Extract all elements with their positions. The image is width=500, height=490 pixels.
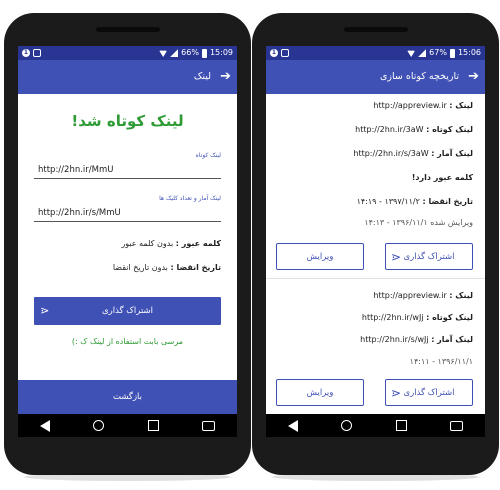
short-link-label: لینک کوتاه bbox=[195, 152, 221, 159]
notification-icon: 1 bbox=[270, 49, 278, 57]
short-link-key: لینک کوتاه : bbox=[426, 125, 473, 134]
battery-percent: 67% bbox=[429, 48, 447, 57]
nav-recents-icon[interactable] bbox=[395, 420, 407, 431]
history-password: کلمه عبور دارد! bbox=[412, 173, 473, 182]
link-value: http://appreview.ir bbox=[373, 101, 447, 110]
short-link-key: لینک کوتاه : bbox=[426, 313, 473, 322]
app-bar: ➔ لینک bbox=[18, 60, 237, 94]
result-heading: لینک کوتاه شد! bbox=[71, 112, 184, 130]
password-status: کلمه عبور دارد! bbox=[411, 173, 473, 182]
nav-home-icon[interactable] bbox=[341, 420, 353, 431]
edit-button-label: ویرایش bbox=[306, 252, 334, 262]
nav-bar bbox=[18, 414, 237, 437]
notification-icon: 1 bbox=[22, 49, 30, 57]
notification-icon bbox=[33, 49, 41, 57]
expire-row: تاریخ انقضا : بدون تاریخ انقضا bbox=[113, 263, 221, 272]
share-icon: ⋖ bbox=[391, 250, 402, 264]
stats-link-value[interactable]: http://2hn.ir/s/wJj bbox=[360, 335, 428, 344]
stats-link-value[interactable]: http://2hn.ir/s/MmU bbox=[34, 202, 221, 222]
screen-rotate-icon[interactable] bbox=[202, 420, 216, 431]
link-key: لینک : bbox=[449, 101, 473, 110]
status-bar: 1 67% 15:06 bbox=[266, 46, 485, 60]
short-link-value[interactable]: http://2hn.ir/wJj bbox=[362, 313, 424, 322]
share-button[interactable]: ⋖ اشتراک گذاری bbox=[34, 297, 221, 325]
edit-button[interactable]: ویرایش bbox=[276, 243, 364, 270]
app-bar-title: تاریخچه کوتاه سازی bbox=[380, 71, 459, 82]
history-stats-link: لینک آمار : http://2hn.ir/s/3aW bbox=[353, 149, 473, 158]
back-arrow-icon[interactable]: ➔ bbox=[468, 60, 479, 94]
edit-button-label: ویرایش bbox=[306, 388, 334, 398]
screen-rotate-icon[interactable] bbox=[450, 420, 464, 431]
stats-link-key: لینک آمار : bbox=[431, 149, 473, 158]
share-icon: ⋖ bbox=[40, 304, 50, 317]
phone-left: 1 66% 15:09 ➔ لینک لینک کوتاه شد! لینک ک… bbox=[4, 13, 251, 481]
expire-value: ۱۳۹۷/۱۱/۲ - ۱۴:۱۹ bbox=[356, 197, 420, 206]
share-button[interactable]: ⋖ اشتراک گذاری bbox=[385, 379, 473, 406]
password-row: کلمه عبور : بدون کلمه عبور bbox=[121, 239, 221, 248]
password-key: کلمه عبور : bbox=[175, 239, 221, 248]
short-link-value[interactable]: http://2hn.ir/MmU bbox=[34, 159, 221, 179]
app-bar: ➔ تاریخچه کوتاه سازی bbox=[266, 60, 485, 94]
stats-link-key: لینک آمار : bbox=[431, 335, 473, 344]
return-button-label: بازگشت bbox=[112, 392, 143, 402]
battery-icon bbox=[449, 48, 455, 58]
notification-icon bbox=[281, 49, 289, 57]
result-panel: لینک کوتاه شد! لینک کوتاه http://2hn.ir/… bbox=[18, 94, 237, 414]
phone-right: 1 67% 15:06 ➔ تاریخچه کوتاه سازی لینک : … bbox=[252, 13, 499, 481]
wifi-icon bbox=[407, 50, 416, 57]
history-short-link: لینک کوتاه : http://2hn.ir/wJj bbox=[362, 313, 473, 322]
history-edited: ویرایش شده ۱۳۹۶/۱۱/۱ - ۱۴:۱۳ bbox=[364, 218, 473, 227]
status-bar: 1 66% 15:09 bbox=[18, 46, 237, 60]
signal-icon bbox=[170, 49, 179, 57]
stats-link-field[interactable]: لینک آمار و تعداد کلیک ها http://2hn.ir/… bbox=[34, 195, 221, 222]
history-stats-link: لینک آمار : http://2hn.ir/s/wJj bbox=[360, 335, 473, 344]
history-date: ۱۳۹۶/۱۱/۱ - ۱۴:۱۱ bbox=[409, 357, 473, 366]
short-link-field[interactable]: لینک کوتاه http://2hn.ir/MmU bbox=[34, 152, 221, 179]
stats-link-value[interactable]: http://2hn.ir/s/3aW bbox=[353, 149, 428, 158]
phone-shadow bbox=[272, 473, 479, 481]
clock: 15:09 bbox=[209, 48, 233, 57]
history-link: لینک : http://appreview.ir bbox=[373, 291, 473, 300]
thanks-message: مرسی بابت استفاده از لینک ک :) bbox=[71, 337, 184, 346]
battery-icon bbox=[201, 48, 207, 58]
expire-key: تاریخ انقضا : bbox=[422, 197, 473, 206]
nav-recents-icon[interactable] bbox=[147, 420, 159, 431]
nav-home-icon[interactable] bbox=[93, 420, 105, 431]
share-icon: ⋖ bbox=[391, 386, 402, 400]
nav-back-icon[interactable] bbox=[287, 419, 298, 432]
link-key: لینک : bbox=[449, 291, 473, 300]
history-list: لینک : http://appreview.ir لینک کوتاه : … bbox=[266, 94, 485, 414]
edit-button[interactable]: ویرایش bbox=[276, 379, 364, 406]
screen-left: 1 66% 15:09 ➔ لینک لینک کوتاه شد! لینک ک… bbox=[18, 46, 237, 437]
link-value: http://appreview.ir bbox=[373, 291, 447, 300]
short-link-value[interactable]: http://2hn.ir/3aW bbox=[355, 125, 423, 134]
stats-link-label: لینک آمار و تعداد کلیک ها bbox=[159, 195, 221, 202]
password-value: بدون کلمه عبور bbox=[121, 239, 174, 248]
speaker bbox=[343, 27, 408, 32]
nav-back-icon[interactable] bbox=[39, 419, 50, 432]
share-button[interactable]: ⋖ اشتراک گذاری bbox=[385, 243, 473, 270]
expire-key: تاریخ انقضا : bbox=[170, 263, 221, 272]
history-expire: تاریخ انقضا : ۱۳۹۷/۱۱/۲ - ۱۴:۱۹ bbox=[357, 197, 473, 206]
phone-shadow bbox=[24, 473, 231, 481]
app-bar-title: لینک bbox=[193, 71, 211, 82]
share-button-label: اشتراک گذاری bbox=[403, 388, 455, 398]
signal-icon bbox=[418, 49, 427, 57]
clock: 15:06 bbox=[457, 48, 481, 57]
back-arrow-icon[interactable]: ➔ bbox=[220, 60, 231, 94]
battery-percent: 66% bbox=[181, 48, 199, 57]
share-button-label: اشتراک گذاری bbox=[101, 306, 154, 316]
nav-bar bbox=[266, 414, 485, 437]
screen-right: 1 67% 15:06 ➔ تاریخچه کوتاه سازی لینک : … bbox=[266, 46, 485, 437]
history-link: لینک : http://appreview.ir bbox=[373, 101, 473, 110]
wifi-icon bbox=[159, 50, 168, 57]
expire-value: بدون تاریخ انقضا bbox=[112, 263, 168, 272]
speaker bbox=[95, 27, 160, 32]
divider bbox=[266, 278, 485, 279]
share-button-label: اشتراک گذاری bbox=[403, 252, 455, 262]
return-button[interactable]: بازگشت bbox=[18, 380, 237, 414]
history-short-link: لینک کوتاه : http://2hn.ir/3aW bbox=[355, 125, 473, 134]
